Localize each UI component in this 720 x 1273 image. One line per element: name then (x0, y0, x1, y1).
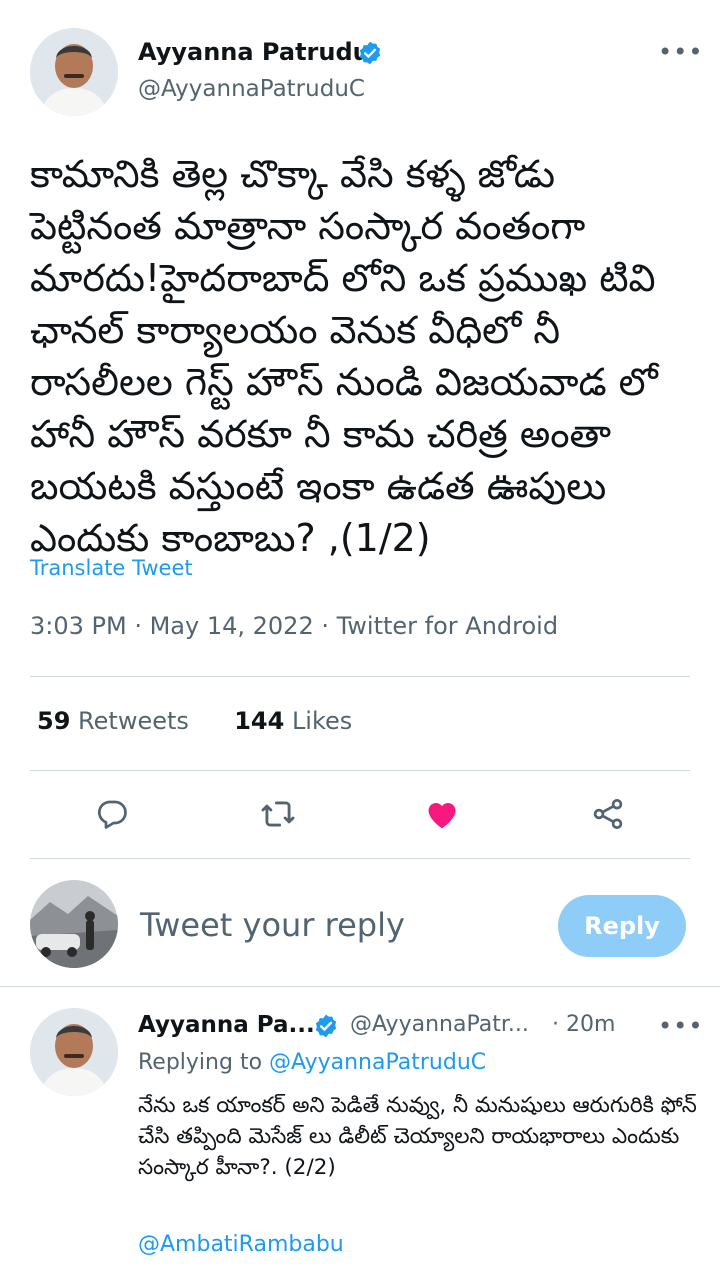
verified-badge-icon (359, 41, 381, 65)
author-avatar-image (30, 28, 118, 116)
author-name[interactable]: Ayyanna Patrudu (138, 38, 370, 66)
share-icon (593, 799, 623, 829)
retweets-label: Retweets (78, 707, 189, 735)
author-handle[interactable]: @AyyannaPatruduC (138, 76, 365, 102)
likes-stat[interactable]: 144 Likes (234, 707, 352, 735)
reply-more-options-icon[interactable]: ••• (658, 1012, 703, 1040)
divider (30, 676, 690, 677)
divider (0, 986, 720, 987)
reply-author-avatar[interactable] (30, 1008, 118, 1096)
reply-author-handle[interactable]: @AyyannaPatr... (350, 1012, 529, 1037)
divider (30, 858, 690, 859)
reply-author-avatar-image (30, 1008, 118, 1096)
verified-badge-icon (315, 1014, 337, 1038)
current-user-avatar[interactable] (30, 880, 118, 968)
retweet-icon (261, 801, 295, 827)
retweets-stat[interactable]: 59 Retweets (37, 707, 189, 735)
likes-label: Likes (291, 707, 353, 735)
translate-tweet-link[interactable]: Translate Tweet (30, 556, 193, 580)
reply-author-name[interactable]: Ayyanna Pa... (138, 1012, 315, 1038)
reply-text: నేను ఒక యాంకర్ అని పెడితే నువ్వు, నీ మను… (138, 1093, 697, 1180)
retweets-count: 59 (37, 707, 71, 735)
reply-button[interactable]: Reply (558, 895, 686, 957)
retweet-action-button[interactable] (254, 790, 302, 838)
like-action-button[interactable] (418, 790, 466, 838)
share-action-button[interactable] (584, 790, 632, 838)
divider (30, 770, 690, 771)
tweet-text: కామానికి తెల్ల చొక్కా వేసి కళ్ళ జోడు పెట… (30, 152, 658, 560)
reply-icon (97, 800, 127, 829)
replying-to-handle-link[interactable]: @AyyannaPatruduC (269, 1050, 486, 1075)
current-user-avatar-image (30, 880, 118, 968)
tweet-stats: 59 Retweets 144 Likes (37, 707, 352, 735)
tweet-timestamp: 3:03 PM · May 14, 2022 · Twitter for And… (30, 612, 559, 640)
replying-to-prefix: Replying to (138, 1050, 263, 1075)
mention-link[interactable]: @AmbatiRambabu (138, 1232, 344, 1257)
more-options-icon[interactable]: ••• (658, 38, 703, 66)
likes-count: 144 (234, 707, 285, 735)
reply-input[interactable]: Tweet your reply (140, 906, 405, 944)
reply-action-button[interactable] (88, 790, 136, 838)
author-avatar[interactable] (30, 28, 118, 116)
like-icon (428, 803, 456, 829)
replying-to-line: Replying to @AyyannaPatruduC (138, 1050, 486, 1075)
reply-time: · 20m (552, 1012, 616, 1037)
